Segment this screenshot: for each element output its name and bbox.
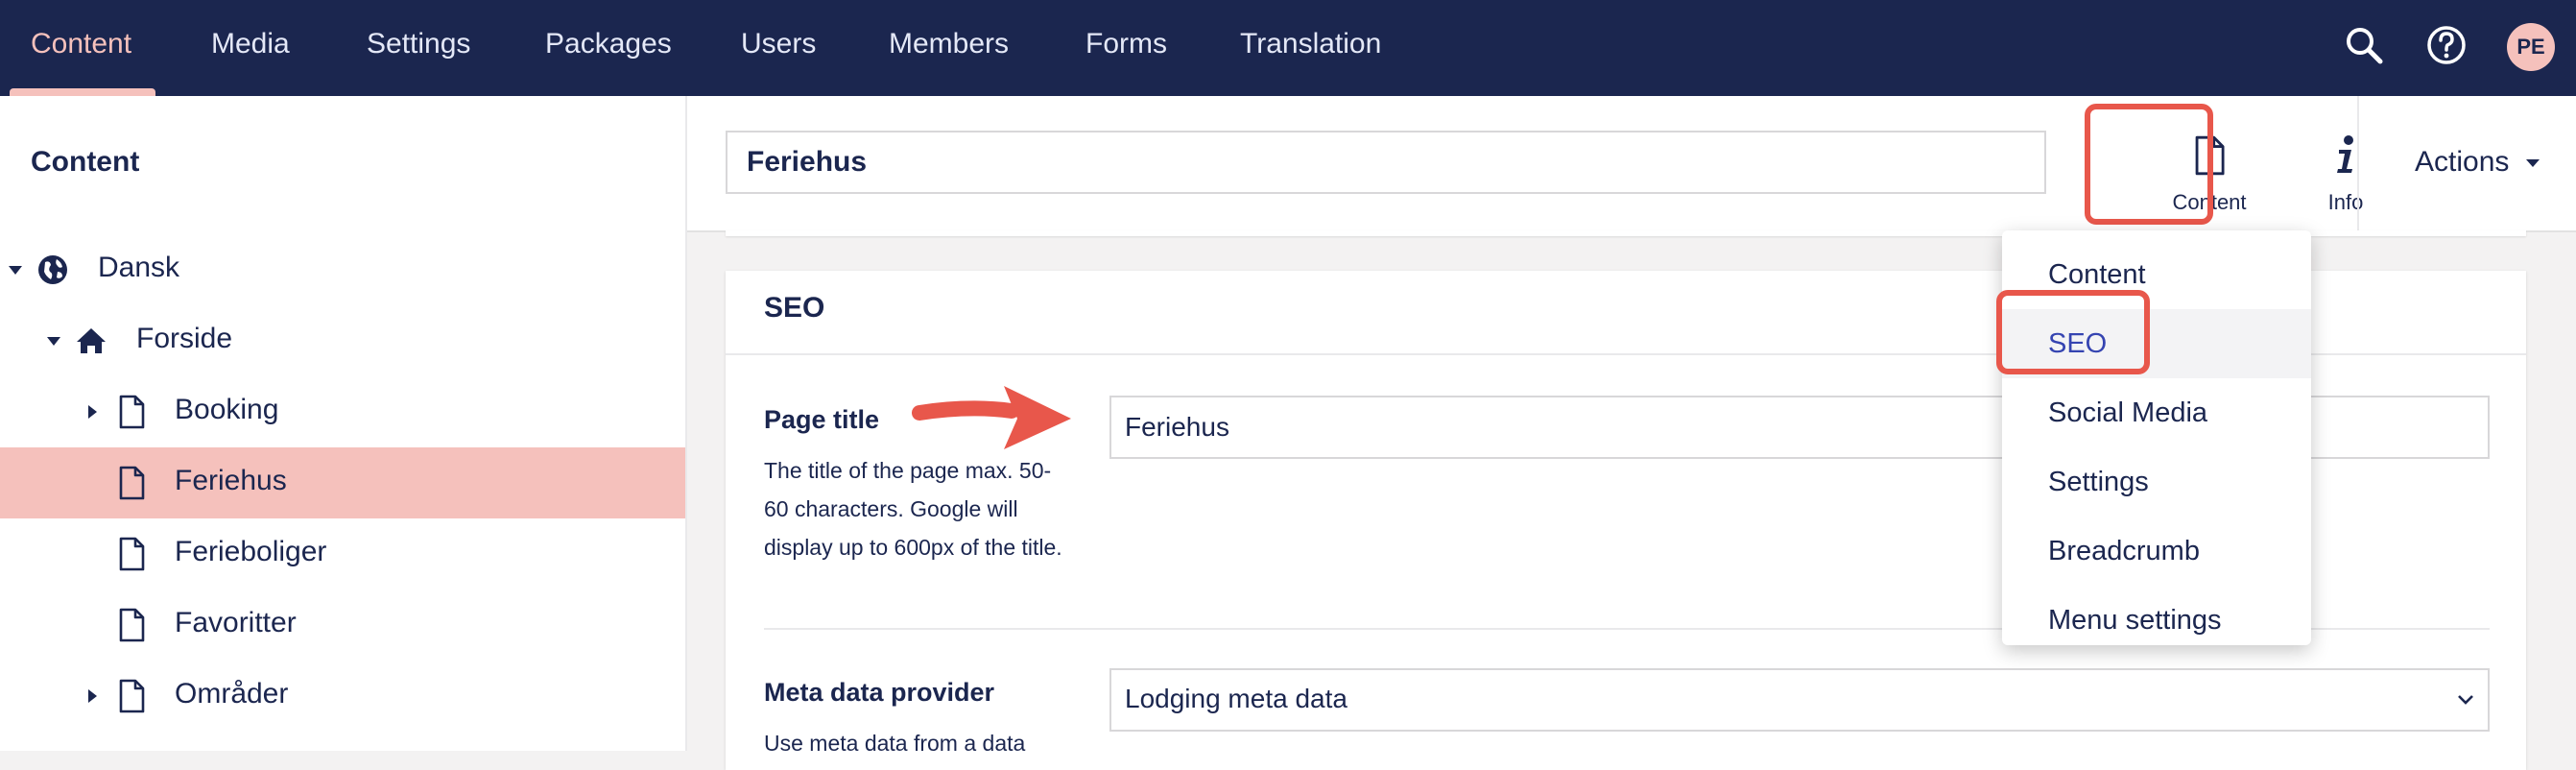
home-icon	[77, 328, 106, 353]
actions-label: Actions	[2415, 146, 2510, 178]
panel-title: SEO	[764, 292, 825, 324]
page-title-description: The title of the page max. 50-60 charact…	[764, 458, 1062, 560]
tree-item-omrader[interactable]: Områder	[0, 661, 685, 732]
tree-item-dansk[interactable]: Dansk	[0, 234, 685, 305]
dropdown-item-breadcrumb[interactable]: Breadcrumb	[2002, 517, 2311, 586]
nav-active-indicator	[10, 88, 155, 96]
top-navigation: Content Media Settings Packages Users Me…	[0, 0, 2576, 96]
annotation-arrow-icon	[912, 386, 1071, 449]
tab-dropdown-menu: Content SEO Social Media Settings Breadc…	[1996, 230, 2311, 645]
caret-down-icon[interactable]	[6, 260, 25, 279]
nav-item-users[interactable]: Users	[741, 0, 816, 96]
caret-down-icon[interactable]	[44, 331, 63, 350]
chevron-down-icon	[2458, 695, 2473, 705]
tree-item-favoritter[interactable]: Favoritter	[0, 590, 685, 661]
tree-item-ferieboliger[interactable]: Ferieboliger	[0, 518, 685, 590]
document-icon	[119, 395, 145, 429]
nav-item-members[interactable]: Members	[889, 0, 1009, 96]
page-title-label: Page title	[764, 405, 880, 434]
content-tree-sidebar: Content Dansk Forside Booking Feriehus F…	[0, 96, 687, 751]
dropdown-item-social-media[interactable]: Social Media	[2002, 378, 2311, 447]
tree-item-label: Booking	[175, 394, 279, 425]
app-button-label: Info	[2327, 190, 2364, 214]
nav-item-settings[interactable]: Settings	[367, 0, 470, 96]
tree-item-feriehus[interactable]: Feriehus	[0, 447, 685, 518]
document-icon	[119, 608, 145, 642]
nav-item-forms[interactable]: Forms	[1085, 0, 1167, 96]
nav-item-media[interactable]: Media	[211, 0, 290, 96]
tree-item-label: Dansk	[98, 252, 180, 283]
sidebar-title: Content	[31, 146, 140, 178]
help-icon[interactable]	[2424, 23, 2469, 67]
user-avatar[interactable]: PE	[2507, 23, 2555, 71]
meta-provider-description: Use meta data from a data	[764, 731, 1026, 756]
nav-item-content[interactable]: Content	[31, 0, 131, 96]
actions-button[interactable]: Actions	[2415, 146, 2540, 179]
node-name-input[interactable]	[726, 131, 2046, 194]
caret-right-icon[interactable]	[83, 686, 102, 706]
tree-item-label: Ferieboliger	[175, 536, 327, 567]
dropdown-item-menu-settings[interactable]: Menu settings	[2002, 586, 2311, 655]
tree-item-label: Feriehus	[175, 465, 287, 496]
editor-header: Content Info Actions	[687, 96, 2576, 232]
caret-down-icon	[2525, 159, 2540, 168]
tree-item-forside[interactable]: Forside	[0, 305, 685, 376]
tree-item-label: Områder	[175, 678, 289, 710]
nav-item-translation[interactable]: Translation	[1240, 0, 1381, 96]
tree-item-label: Favoritter	[175, 607, 297, 638]
select-value: Lodging meta data	[1125, 684, 1348, 713]
app-button-info[interactable]: Info	[2288, 113, 2403, 219]
globe-icon	[38, 255, 67, 284]
annotation-highlight-seo	[1996, 290, 2150, 374]
tree-item-booking[interactable]: Booking	[0, 376, 685, 447]
document-icon	[119, 466, 145, 500]
search-icon[interactable]	[2342, 23, 2386, 67]
annotation-highlight-content-app	[2085, 104, 2213, 225]
dropdown-item-settings[interactable]: Settings	[2002, 447, 2311, 517]
document-icon	[119, 679, 145, 713]
caret-right-icon[interactable]	[83, 402, 102, 421]
tree-item-label: Forside	[136, 323, 233, 354]
document-icon	[119, 537, 145, 571]
meta-provider-select[interactable]: Lodging meta data	[1109, 668, 2490, 732]
nav-item-packages[interactable]: Packages	[545, 0, 672, 96]
actions-divider	[2357, 96, 2359, 230]
meta-provider-label: Meta data provider	[764, 678, 995, 707]
